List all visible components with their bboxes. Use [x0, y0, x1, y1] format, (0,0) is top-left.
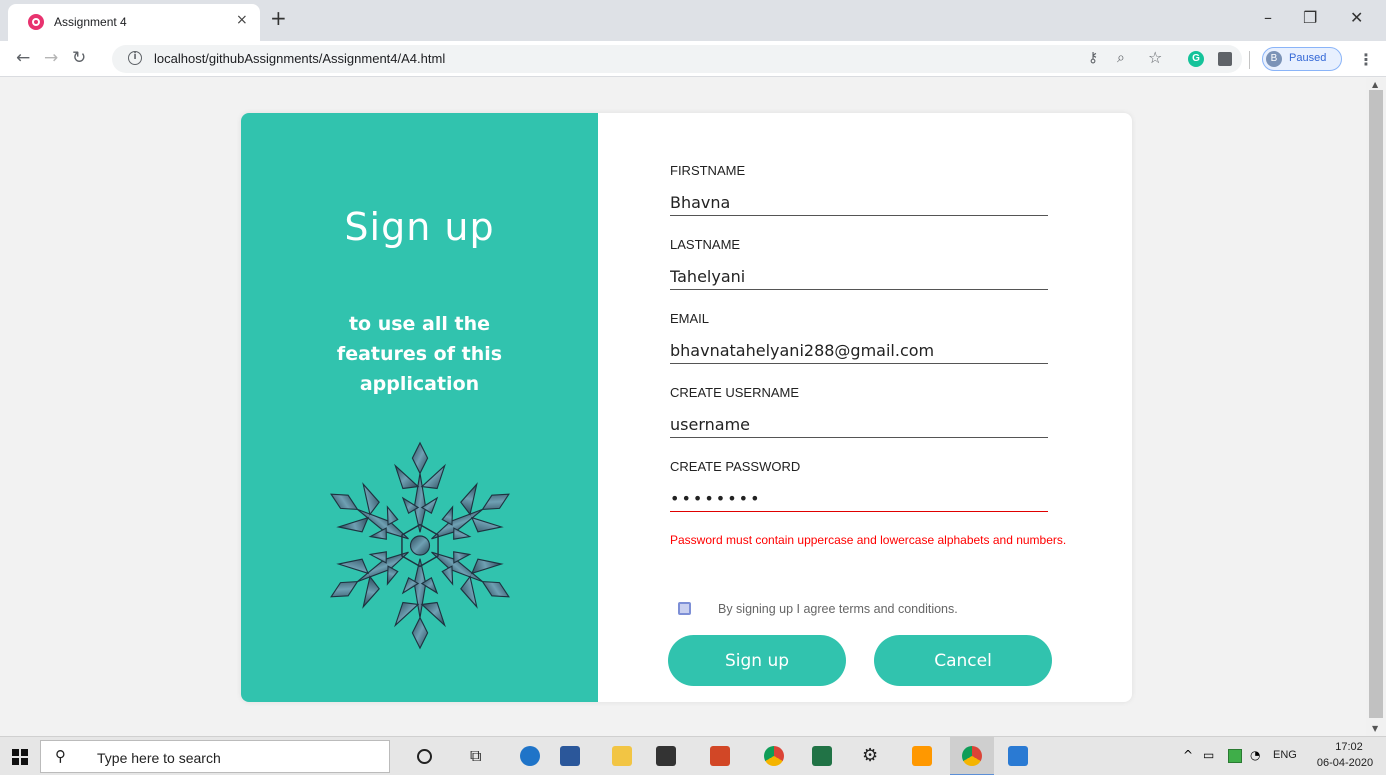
settings-gear-icon[interactable]: ⚙	[862, 745, 878, 766]
chrome-profile-icon[interactable]	[962, 746, 982, 766]
key-icon[interactable]: ⚷	[1088, 50, 1098, 66]
browser-tab[interactable]: Assignment 4 ×	[8, 4, 260, 41]
word-icon[interactable]	[560, 746, 580, 766]
password-input[interactable]	[670, 486, 1048, 512]
task-view-icon[interactable]: ⧉	[470, 746, 490, 766]
windows-taskbar: ⚲ Type here to search ⧉ ⚙ ^ ▭ ◔ ENG 17:0…	[0, 736, 1386, 775]
powerpoint-icon[interactable]	[710, 746, 730, 766]
chrome-icon[interactable]	[764, 746, 784, 766]
lastname-label: LASTNAME	[670, 237, 741, 252]
search-placeholder: Type here to search	[97, 750, 221, 766]
grammarly-extension-icon[interactable]: G	[1188, 51, 1204, 67]
username-label: CREATE USERNAME	[670, 385, 800, 400]
signup-button[interactable]: Sign up	[668, 635, 846, 686]
profile-button[interactable]: B Paused	[1262, 47, 1342, 71]
email-field[interactable]	[670, 338, 1048, 364]
search-icon: ⚲	[55, 747, 66, 765]
forward-arrow-icon[interactable]: →	[44, 49, 58, 67]
tray-chevron-up-icon[interactable]: ^	[1183, 748, 1193, 762]
scroll-up-icon[interactable]: ▲	[1372, 80, 1378, 89]
avatar: B	[1266, 51, 1282, 67]
windows-start-icon[interactable]	[12, 749, 28, 765]
profile-status-label: Paused	[1289, 52, 1327, 64]
snowflake-icon	[325, 441, 515, 649]
battery-icon[interactable]: ▭	[1203, 748, 1214, 762]
terms-label: By signing up I agree terms and conditio…	[718, 602, 958, 616]
signup-side-panel: Sign up to use all the features of this …	[241, 113, 598, 702]
url-text[interactable]: localhost/githubAssignments/Assignment4/…	[154, 51, 445, 66]
tab-favicon-icon	[28, 14, 44, 30]
window-minimize-button[interactable]: –	[1264, 10, 1272, 26]
email-label: EMAIL	[670, 311, 710, 326]
firstname-input[interactable]	[670, 190, 1048, 216]
tray-app-icon[interactable]	[1228, 749, 1242, 763]
excel-icon[interactable]	[812, 746, 832, 766]
toolbar-divider	[1249, 51, 1250, 69]
clock-time[interactable]: 17:02	[1324, 741, 1374, 753]
cancel-button[interactable]: Cancel	[874, 635, 1052, 686]
taskbar-search-input[interactable]: ⚲ Type here to search	[40, 740, 390, 773]
tab-close-icon[interactable]: ×	[236, 12, 248, 28]
browser-toolbar: ← → ↻ i localhost/githubAssignments/Assi…	[0, 41, 1386, 77]
page-viewport: Sign up to use all the features of this …	[0, 78, 1366, 736]
sublime-text-icon[interactable]	[912, 746, 932, 766]
back-arrow-icon[interactable]: ←	[16, 49, 30, 67]
reload-icon[interactable]: ↻	[72, 49, 86, 67]
scrollbar-thumb[interactable]	[1369, 90, 1383, 718]
store-icon[interactable]	[656, 746, 676, 766]
username-input[interactable]	[670, 412, 1048, 438]
file-explorer-icon[interactable]	[612, 746, 632, 766]
signup-subtitle: to use all the features of this applicat…	[336, 313, 503, 395]
language-indicator[interactable]: ENG	[1273, 749, 1297, 761]
address-bar[interactable]: i localhost/githubAssignments/Assignment…	[112, 45, 1242, 73]
browser-tab-bar: Assignment 4 × + – ❐ ✕	[0, 0, 1386, 41]
new-tab-button[interactable]: +	[270, 8, 287, 28]
more-menu-icon[interactable]: ⋮	[1358, 50, 1374, 69]
zoom-icon[interactable]: ⌕	[1117, 50, 1125, 66]
signup-form: FIRSTNAME LASTNAME EMAIL CREATE USERNAME…	[598, 113, 1132, 702]
cortana-icon[interactable]	[417, 749, 432, 764]
window-close-button[interactable]: ✕	[1350, 10, 1363, 26]
signup-card: Sign up to use all the features of this …	[241, 113, 1132, 702]
terms-checkbox[interactable]	[678, 602, 691, 615]
photos-icon[interactable]	[1008, 746, 1028, 766]
page-scrollbar[interactable]: ▲ ▼	[1366, 78, 1386, 736]
clock-date[interactable]: 06-04-2020	[1314, 757, 1376, 769]
password-error-message: Password must contain uppercase and lowe…	[670, 533, 1067, 547]
window-restore-button[interactable]: ❐	[1303, 10, 1317, 26]
bookmark-star-icon[interactable]: ☆	[1148, 48, 1162, 67]
scroll-down-icon[interactable]: ▼	[1372, 724, 1378, 733]
page-title: Sign up	[344, 205, 495, 249]
wifi-icon[interactable]: ◔	[1250, 748, 1260, 762]
extension-icon[interactable]	[1218, 52, 1232, 66]
edge-icon[interactable]	[520, 746, 540, 766]
tab-title: Assignment 4	[54, 15, 127, 29]
firstname-label: FIRSTNAME	[670, 163, 746, 178]
info-icon[interactable]: i	[128, 51, 142, 65]
password-label: CREATE PASSWORD	[670, 459, 801, 474]
lastname-input[interactable]	[670, 264, 1048, 290]
